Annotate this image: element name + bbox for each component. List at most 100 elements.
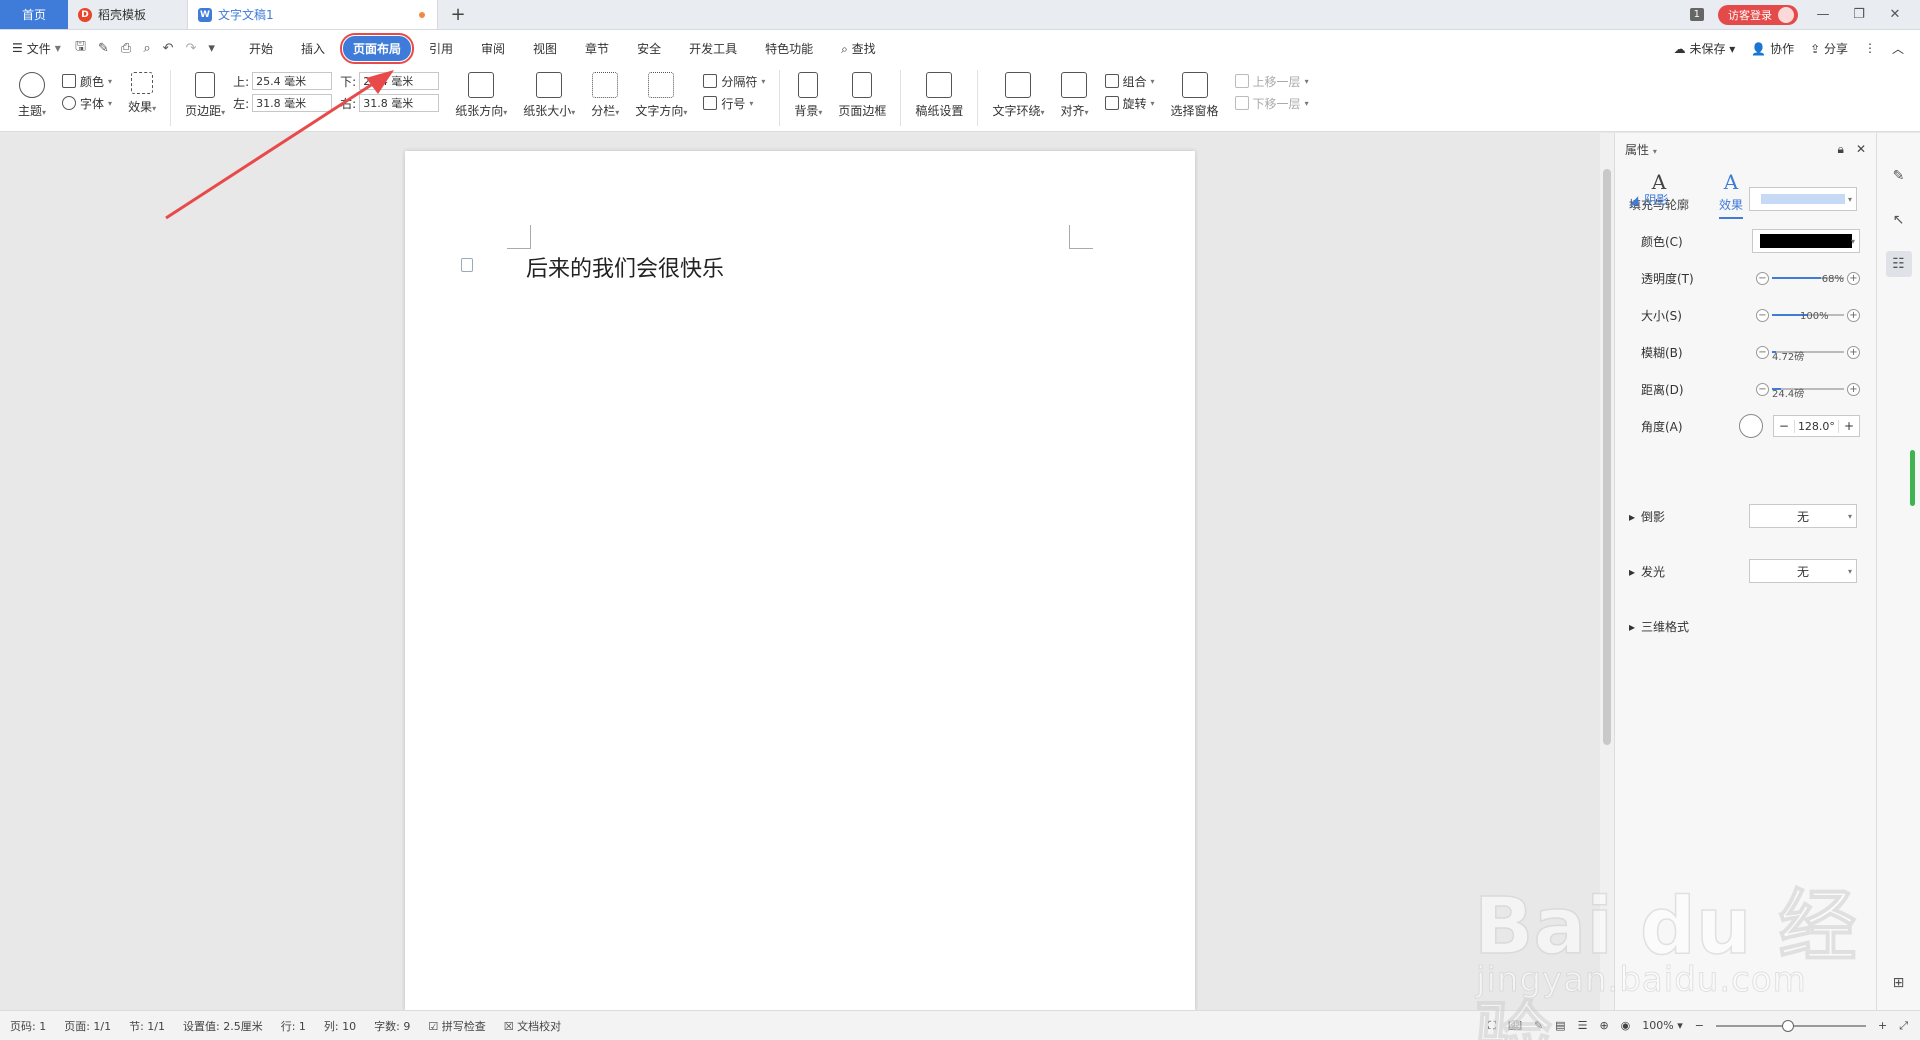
minus-icon[interactable]: − [1756, 345, 1769, 359]
plus-icon[interactable]: + [1847, 308, 1860, 322]
tab-start[interactable]: 开始 [239, 36, 283, 61]
tab-effects[interactable]: A 效果 [1719, 170, 1744, 219]
collapse-ribbon-icon[interactable]: ︿ [1892, 40, 1904, 57]
cursor-icon[interactable]: ↖ [1886, 207, 1912, 233]
selection-pane-button[interactable]: 选择窗格 [1171, 70, 1219, 119]
properties-sliders-icon[interactable]: ☷ [1885, 251, 1912, 277]
status-page-number[interactable]: 页码: 1 [10, 1018, 46, 1034]
status-pages[interactable]: 页面: 1/1 [64, 1018, 111, 1034]
distance-slider[interactable]: − 24.4磅 + [1756, 377, 1860, 401]
document-text[interactable]: 后来的我们会很快乐 [526, 251, 724, 283]
restore-icon[interactable]: ❐ [1848, 7, 1870, 22]
close-icon[interactable]: ✕ [1884, 7, 1906, 22]
status-col[interactable]: 列: 10 [324, 1018, 356, 1034]
status-setting[interactable]: 设置值: 2.5厘米 [183, 1018, 263, 1034]
tab-page-layout[interactable]: 页面布局 [339, 32, 415, 64]
tab-docer[interactable]: D 稻壳模板 [68, 0, 188, 29]
margin-top-input[interactable] [252, 72, 333, 90]
tab-security[interactable]: 安全 [627, 36, 671, 61]
tab-document[interactable]: W 文字文稿1 [188, 0, 438, 29]
fonts-button[interactable]: 字体 ▾ [62, 92, 112, 114]
margins-button[interactable]: 页边距▾ [185, 70, 225, 119]
text-wrap-button[interactable]: 文字环绕▾ [992, 70, 1044, 119]
share-button[interactable]: ⇪ 分享 [1810, 40, 1848, 57]
slider-track[interactable]: 68% [1772, 274, 1844, 285]
unsaved-button[interactable]: ☁ 未保存 ▾ [1674, 40, 1736, 57]
colors-button[interactable]: 颜色 ▾ [62, 70, 112, 92]
theme-button[interactable]: 主题▾ [18, 70, 46, 119]
tab-home[interactable]: 首页 [0, 0, 68, 29]
reflection-dropdown[interactable]: 无 ▾ [1749, 504, 1857, 528]
apps-grid-icon[interactable]: ⊞ [1886, 970, 1912, 996]
tab-references[interactable]: 引用 [419, 36, 463, 61]
pin-icon[interactable]: 🔒︎ [1838, 142, 1844, 157]
shadow-preset-dropdown[interactable]: ▾ [1749, 187, 1857, 211]
minimize-icon[interactable]: — [1812, 7, 1834, 22]
size-slider[interactable]: − 100% + [1756, 303, 1860, 327]
print-preview-icon[interactable]: ⌕ [143, 41, 150, 56]
slider-track[interactable]: 100% [1772, 311, 1844, 322]
plus-icon[interactable]: + [1847, 345, 1860, 359]
reflection-section-toggle[interactable]: ▸ 倒影 [1629, 508, 1665, 525]
minus-icon[interactable]: − [1756, 271, 1769, 285]
file-menu[interactable]: ☰ 文件 ▼ [12, 40, 61, 57]
status-word-count[interactable]: 字数: 9 [374, 1018, 410, 1034]
shadow-color-dropdown[interactable]: ▾ [1752, 229, 1860, 253]
fit-page-icon[interactable]: ⤢ [1899, 1019, 1908, 1033]
paper-size-button[interactable]: 纸张大小▾ [523, 70, 575, 119]
tab-insert[interactable]: 插入 [291, 36, 335, 61]
zoom-in-icon[interactable]: + [1878, 1019, 1887, 1032]
slider-track[interactable]: 24.4磅 [1772, 388, 1844, 400]
manuscript-button[interactable]: 稿纸设置 [915, 70, 963, 119]
status-section[interactable]: 节: 1/1 [129, 1018, 165, 1034]
tab-developer[interactable]: 开发工具 [679, 36, 747, 61]
save-icon[interactable]: 🖫 [75, 37, 86, 59]
page-border-button[interactable]: 页面边框 [838, 70, 886, 119]
plus-icon[interactable]: + [1847, 271, 1860, 285]
proofread-button[interactable]: ☒ 文档校对 [504, 1018, 561, 1034]
columns-button[interactable]: 分栏▾ [591, 70, 619, 119]
background-button[interactable]: 背景▾ [794, 70, 822, 119]
panel-close-icon[interactable]: ✕ [1856, 142, 1866, 157]
effects-button[interactable]: 效果▾ [128, 70, 156, 115]
status-row[interactable]: 行: 1 [281, 1018, 306, 1034]
visitor-login-button[interactable]: 访客登录 [1718, 4, 1798, 25]
minus-icon[interactable]: − [1756, 308, 1769, 322]
tab-chapter[interactable]: 章节 [575, 36, 619, 61]
undo-icon[interactable]: ↶ [163, 41, 174, 56]
document-page[interactable]: 后来的我们会很快乐 [405, 151, 1195, 1011]
new-tab-button[interactable]: + [438, 0, 478, 29]
breaks-button[interactable]: 分隔符 ▾ [703, 70, 765, 92]
window-count-badge[interactable]: 1 [1689, 8, 1704, 21]
angle-stepper[interactable]: − 128.0° + [1772, 415, 1860, 437]
slider-track[interactable]: 4.72磅 [1772, 351, 1844, 363]
redo-icon[interactable]: ↷ [186, 41, 197, 56]
angle-value[interactable]: 128.0° [1793, 419, 1839, 433]
text-direction-button[interactable]: 文字方向▾ [635, 70, 687, 119]
margin-bottom-input[interactable] [359, 72, 440, 90]
bring-forward-button[interactable]: 上移一层 ▾ [1234, 70, 1309, 92]
tab-special[interactable]: 特色功能 [755, 36, 823, 61]
scroll-indicator[interactable] [1910, 450, 1915, 506]
three-d-section-toggle[interactable]: ▸ 三维格式 [1629, 618, 1689, 635]
angle-dial[interactable] [1738, 414, 1763, 438]
glow-dropdown[interactable]: 无 ▾ [1749, 559, 1857, 583]
margin-left-input[interactable] [252, 94, 333, 112]
minus-icon[interactable]: − [1756, 382, 1769, 396]
paragraph-handle-icon[interactable] [461, 258, 473, 272]
print-icon[interactable]: ⎙ [121, 41, 131, 56]
collaborate-button[interactable]: 👤 协作 [1751, 40, 1794, 57]
pen-icon[interactable]: ✎ [1886, 163, 1912, 189]
plus-icon[interactable]: + [1847, 382, 1860, 396]
more-icon[interactable]: ⋮ [1864, 41, 1876, 55]
scrollbar-thumb[interactable] [1603, 169, 1611, 745]
search-button[interactable]: ⌕ 查找 [831, 36, 886, 61]
margin-right-input[interactable] [359, 94, 440, 112]
orientation-button[interactable]: 纸张方向▾ [455, 70, 507, 119]
plus-icon[interactable]: + [1839, 419, 1859, 433]
rotate-button[interactable]: 旋转 ▾ [1104, 92, 1155, 114]
spell-check-button[interactable]: ☑ 拼写检查 [428, 1018, 485, 1034]
format-painter-icon[interactable]: ✎ [98, 41, 109, 56]
send-backward-button[interactable]: 下移一层 ▾ [1234, 92, 1309, 114]
shadow-section-toggle[interactable]: ◢ 阴影 [1629, 191, 1668, 208]
